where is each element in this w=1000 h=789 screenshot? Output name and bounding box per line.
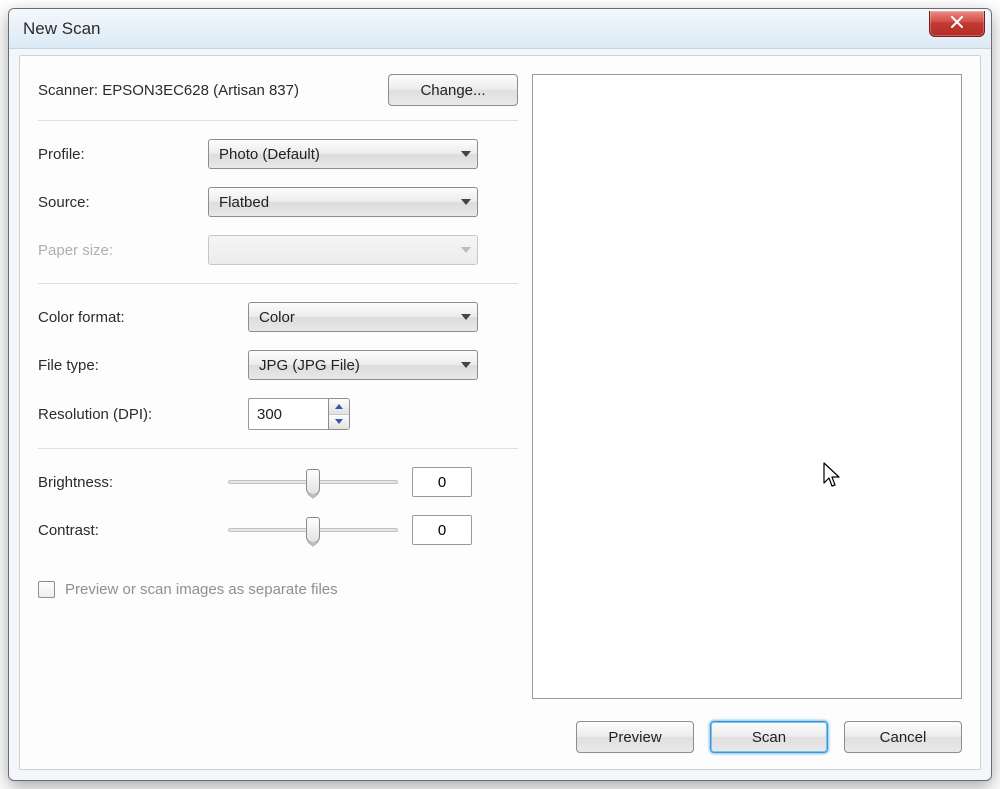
contrast-slider-thumb[interactable] [306, 517, 320, 543]
separate-files-checkbox[interactable] [38, 581, 55, 598]
source-label: Source: [38, 194, 208, 211]
preview-button[interactable]: Preview [576, 721, 694, 753]
profile-select[interactable]: Photo (Default) [208, 139, 478, 169]
paper-size-row: Paper size: [38, 235, 518, 265]
scanner-name: EPSON3EC628 (Artisan 837) [102, 82, 299, 99]
profile-row: Profile: Photo (Default) [38, 139, 518, 169]
close-icon [950, 15, 964, 32]
scanner-row: Scanner: EPSON3EC628 (Artisan 837) Chang… [38, 74, 518, 106]
brightness-slider[interactable] [228, 467, 398, 497]
settings-pane: Scanner: EPSON3EC628 (Artisan 837) Chang… [38, 74, 518, 699]
profile-select-value: Photo (Default) [209, 146, 477, 163]
file-type-label: File type: [38, 357, 248, 374]
scanner-label-prefix: Scanner: [38, 82, 98, 99]
chevron-down-icon [461, 199, 471, 205]
profile-label: Profile: [38, 146, 208, 163]
close-button[interactable] [929, 11, 985, 37]
divider [38, 120, 518, 121]
brightness-value-input[interactable] [412, 467, 472, 497]
color-format-select[interactable]: Color [248, 302, 478, 332]
resolution-row: Resolution (DPI): [38, 398, 518, 430]
separate-files-row: Preview or scan images as separate files [38, 581, 518, 598]
file-type-row: File type: JPG (JPG File) [38, 350, 518, 380]
divider [38, 283, 518, 284]
paper-size-label: Paper size: [38, 242, 208, 259]
color-format-select-value: Color [249, 309, 477, 326]
resolution-spinner [248, 398, 358, 430]
brightness-label: Brightness: [38, 474, 228, 491]
triangle-up-icon [335, 404, 343, 409]
brightness-slider-thumb[interactable] [306, 469, 320, 495]
paper-size-select [208, 235, 478, 265]
source-select[interactable]: Flatbed [208, 187, 478, 217]
triangle-down-icon [335, 419, 343, 424]
scan-button[interactable]: Scan [710, 721, 828, 753]
title-bar[interactable]: New Scan [9, 9, 991, 49]
resolution-label: Resolution (DPI): [38, 406, 248, 423]
window-title: New Scan [23, 19, 100, 39]
resolution-increment-button[interactable] [329, 399, 349, 415]
chevron-down-icon [461, 314, 471, 320]
chevron-down-icon [461, 247, 471, 253]
brightness-row: Brightness: [38, 467, 518, 497]
resolution-decrement-button[interactable] [329, 415, 349, 430]
contrast-label: Contrast: [38, 522, 228, 539]
file-type-select-value: JPG (JPG File) [249, 357, 477, 374]
scanner-label: Scanner: EPSON3EC628 (Artisan 837) [38, 82, 388, 99]
divider [38, 448, 518, 449]
chevron-down-icon [461, 151, 471, 157]
dialog-window: New Scan Scanner: EPSON3EC628 (Artisan 8… [8, 8, 992, 781]
cancel-button[interactable]: Cancel [844, 721, 962, 753]
contrast-value-input[interactable] [412, 515, 472, 545]
contrast-slider[interactable] [228, 515, 398, 545]
client-area: Scanner: EPSON3EC628 (Artisan 837) Chang… [19, 55, 981, 770]
dialog-footer: Preview Scan Cancel [576, 721, 962, 753]
contrast-row: Contrast: [38, 515, 518, 545]
file-type-select[interactable]: JPG (JPG File) [248, 350, 478, 380]
color-format-label: Color format: [38, 309, 248, 326]
change-scanner-button[interactable]: Change... [388, 74, 518, 106]
mouse-cursor-icon [822, 461, 842, 489]
color-format-row: Color format: Color [38, 302, 518, 332]
preview-pane [532, 74, 962, 699]
separate-files-label: Preview or scan images as separate files [65, 581, 338, 598]
resolution-input[interactable] [248, 398, 328, 430]
source-row: Source: Flatbed [38, 187, 518, 217]
resolution-spin-buttons [328, 398, 350, 430]
source-select-value: Flatbed [209, 194, 477, 211]
chevron-down-icon [461, 362, 471, 368]
preview-area[interactable] [532, 74, 962, 699]
